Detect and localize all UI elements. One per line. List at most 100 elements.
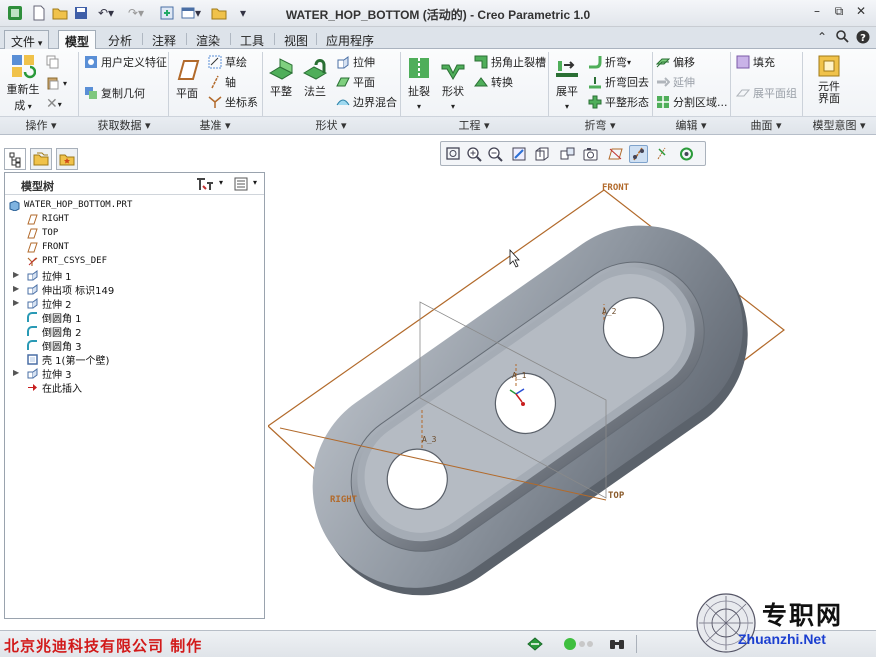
close-icon[interactable]: ✕: [852, 4, 870, 22]
expand-icon[interactable]: ▶: [13, 368, 21, 377]
bend-back-button[interactable]: 折弯回去: [588, 73, 649, 91]
flat-pattern-button[interactable]: 平整形态: [588, 93, 649, 111]
group-engineering[interactable]: 工程 ▾: [402, 117, 546, 133]
group-model-intent[interactable]: 模型意图 ▾: [804, 117, 874, 133]
window-title: WATER_HOP_BOTTOM (活动的) - Creo Parametric…: [285, 8, 591, 22]
chevron-down-icon[interactable]: ▾: [219, 178, 223, 187]
delete-icon: ✕: [46, 96, 58, 112]
split-area-button[interactable]: 分割区域...: [656, 93, 728, 111]
tab-file[interactable]: 文件 ▾: [4, 30, 50, 49]
group-editing-label: 编辑: [675, 119, 698, 132]
expand-icon[interactable]: ▶: [13, 270, 21, 279]
paste-button[interactable]: ▾: [46, 74, 67, 92]
tree-item-extrude-2[interactable]: 拉伸 2: [27, 296, 72, 311]
saved-orientations-icon[interactable]: [558, 145, 577, 163]
group-surfaces[interactable]: 曲面 ▾: [732, 117, 800, 133]
corner-relief-button[interactable]: 拐角止裂槽: [474, 53, 546, 71]
extrude-button[interactable]: 拉伸: [336, 53, 375, 71]
view-manager-icon[interactable]: [581, 145, 600, 163]
display-style-icon[interactable]: [533, 145, 552, 163]
maximize-icon[interactable]: ⧉: [830, 4, 848, 22]
model-tree-tab-icon[interactable]: [4, 148, 26, 170]
tree-item-protrusion[interactable]: 伸出项 标识149: [27, 282, 114, 297]
boundary-blend-button[interactable]: 边界混合: [336, 93, 397, 111]
tree-item-round-3[interactable]: 倒圆角 3: [27, 338, 82, 353]
tree-item-right[interactable]: RIGHT: [27, 212, 69, 226]
find-icon[interactable]: [608, 636, 626, 655]
model-tree-header: 模型树 ▾ ▾: [5, 173, 264, 195]
repaint-icon[interactable]: [510, 145, 529, 163]
tree-item-shell[interactable]: 壳 1(第一个壁): [27, 352, 109, 367]
copy-geometry-button[interactable]: 复制几何: [84, 84, 145, 102]
csys-icon: [208, 96, 222, 108]
copy-button[interactable]: [46, 53, 63, 71]
show-menu-icon[interactable]: [233, 176, 249, 195]
regenerate-button[interactable]: 重新生成 ▾: [4, 53, 42, 113]
delete-button[interactable]: ✕ ▾: [46, 95, 62, 113]
help-icon[interactable]: ?: [855, 30, 871, 46]
tab-render[interactable]: 渲染: [190, 30, 226, 49]
tree-item-round-2[interactable]: 倒圆角 2: [27, 324, 82, 339]
spin-center-icon[interactable]: [677, 145, 696, 163]
group-bends[interactable]: 折弯 ▾: [550, 117, 650, 133]
group-get-data[interactable]: 获取数据 ▾: [82, 117, 166, 133]
tree-settings-icon[interactable]: [195, 176, 217, 195]
tab-view[interactable]: 视图: [278, 30, 314, 49]
tab-model[interactable]: 模型: [58, 30, 97, 49]
user-defined-feature-button[interactable]: 用户定义特征: [84, 53, 167, 71]
bend-button[interactable]: 折弯 ▾: [588, 53, 631, 71]
tab-analysis[interactable]: 分析: [102, 30, 138, 49]
favorites-tab-icon[interactable]: [56, 148, 78, 170]
unbend-button[interactable]: 展平 ▾: [552, 55, 582, 112]
search-icon[interactable]: [834, 30, 850, 46]
tree-item-label: FRONT: [42, 242, 70, 252]
chevron-down-icon[interactable]: ▾: [253, 178, 257, 187]
csys-button[interactable]: 坐标系: [208, 93, 258, 111]
collapse-ribbon-icon[interactable]: ⌃: [814, 30, 830, 46]
convert-button[interactable]: 转换: [474, 73, 513, 91]
tree-item-csys[interactable]: PRT_CSYS_DEF: [27, 254, 107, 268]
group-datum[interactable]: 基准 ▾: [170, 117, 260, 133]
tree-item-label: TOP: [42, 228, 59, 238]
fill-button[interactable]: 填充: [736, 53, 775, 71]
tree-item-top[interactable]: TOP: [27, 226, 58, 240]
regenerate-icon: [12, 55, 36, 79]
message-icon[interactable]: [526, 636, 544, 655]
tree-item-extrude-3[interactable]: 拉伸 3: [27, 366, 72, 381]
axis-display-icon[interactable]: [629, 145, 648, 163]
tree-item-extrude-1[interactable]: 拉伸 1: [27, 268, 72, 283]
group-operations[interactable]: 操作 ▾: [6, 117, 76, 133]
shape-plane-button[interactable]: 平面: [336, 73, 375, 91]
plane-display-icon[interactable]: [606, 145, 625, 163]
tab-annotate[interactable]: 注释: [146, 30, 182, 49]
group-editing[interactable]: 编辑 ▾: [654, 117, 728, 133]
extend-button[interactable]: 延伸: [656, 73, 695, 91]
tree-item-insert-here[interactable]: 在此插入: [27, 380, 82, 395]
rip-button[interactable]: 扯裂 ▾: [404, 55, 434, 112]
tab-applications[interactable]: 应用程序: [320, 30, 380, 49]
expand-icon[interactable]: ▶: [13, 298, 21, 307]
graphics-viewport[interactable]: FRONT RIGHT TOP A_1 A_2 A_3: [268, 168, 876, 628]
sketch-button[interactable]: 草绘: [208, 53, 247, 71]
zoom-out-icon[interactable]: [486, 145, 505, 163]
flat-wall-button[interactable]: 平整: [266, 55, 296, 99]
component-interface-button[interactable]: 元件界面: [806, 53, 852, 105]
refit-icon[interactable]: [444, 145, 463, 163]
folder-browser-tab-icon[interactable]: [30, 148, 52, 170]
tree-item-round-1[interactable]: 倒圆角 1: [27, 310, 82, 325]
zoom-in-icon[interactable]: [465, 145, 484, 163]
part-model[interactable]: [273, 186, 789, 628]
axis-button[interactable]: 轴: [208, 73, 236, 91]
group-shapes[interactable]: 形状 ▾: [264, 117, 398, 133]
offset-button[interactable]: 偏移: [656, 53, 695, 71]
tree-item-front[interactable]: FRONT: [27, 240, 69, 254]
flange-button[interactable]: 法兰: [300, 55, 330, 99]
form-button[interactable]: 形状 ▾: [438, 55, 468, 112]
datum-plane-button[interactable]: 平面: [172, 57, 202, 101]
tree-item-part[interactable]: WATER_HOP_BOTTOM.PRT: [9, 198, 132, 212]
minimize-icon[interactable]: –: [808, 4, 826, 22]
point-display-icon[interactable]: [653, 145, 672, 163]
flatten-quilt-button[interactable]: 展平面组: [736, 84, 797, 102]
tab-tools[interactable]: 工具: [234, 30, 270, 49]
expand-icon[interactable]: ▶: [13, 284, 21, 293]
